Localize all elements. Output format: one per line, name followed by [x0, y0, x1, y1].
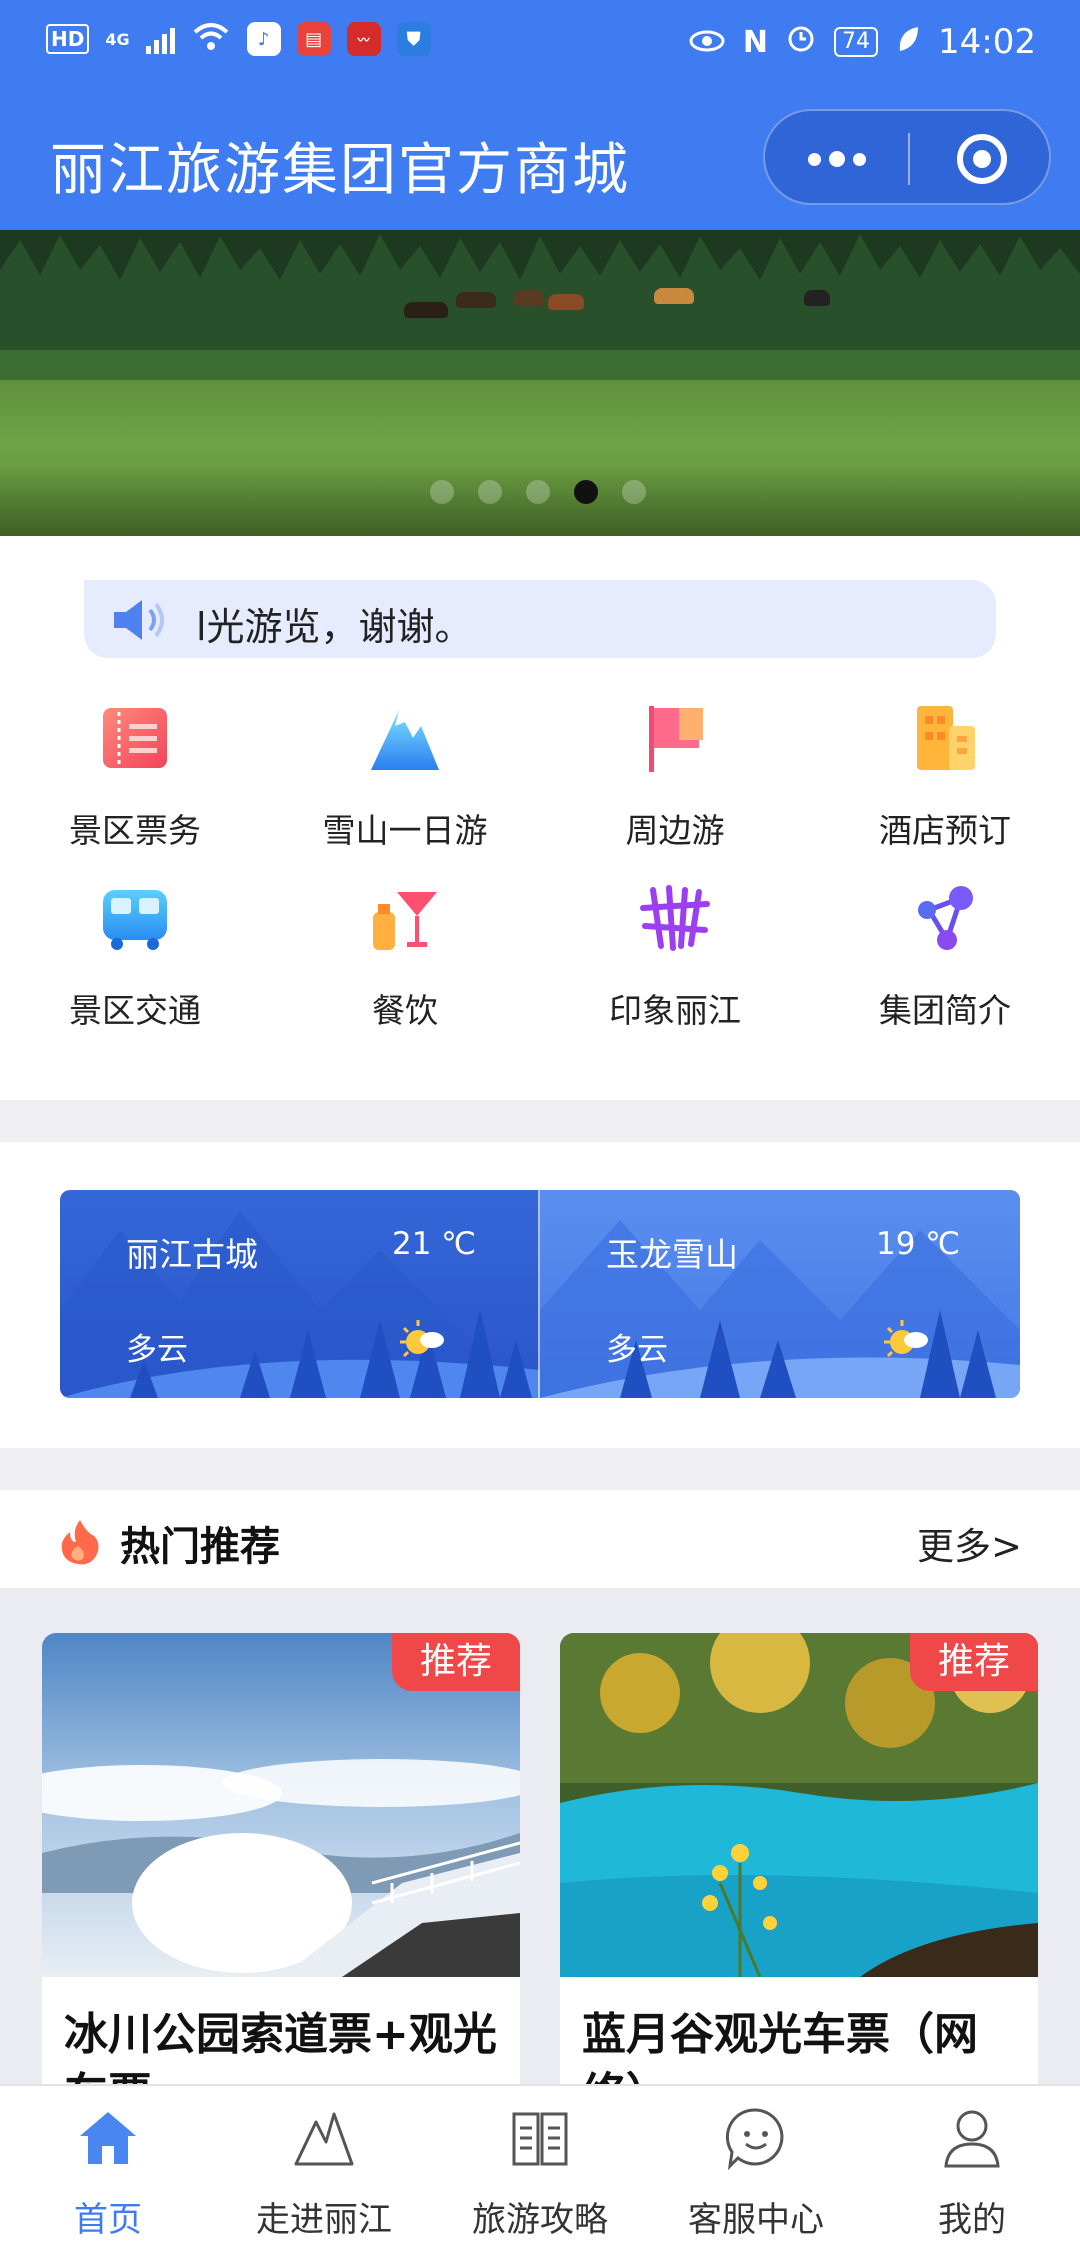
- grid-item-label: 景区交通: [69, 991, 201, 1030]
- weather-temperature: 19 ℃: [876, 1226, 961, 1262]
- weather-panel: 丽江古城 21 ℃ 多云 玉龙雪山 19 ℃ 多云: [0, 1142, 1080, 1448]
- shield-app-icon: ⛊: [396, 22, 431, 56]
- tab-label: 首页: [74, 2200, 142, 2240]
- hot-section-header: 热门推荐 更多>: [0, 1490, 1080, 1588]
- carousel-indicator: [430, 480, 646, 504]
- partly-cloudy-icon: [400, 1320, 444, 1358]
- stock-app-icon: 〰: [346, 22, 381, 56]
- fire-icon: [61, 1520, 99, 1565]
- tab-discover-lijiang[interactable]: 走进丽江: [216, 2086, 432, 2244]
- weather-condition: 多云: [126, 1332, 188, 1368]
- grid-item-label: 集团简介: [879, 991, 1011, 1030]
- weather-card[interactable]: 丽江古城 21 ℃ 多云 玉龙雪山 19 ℃ 多云: [60, 1190, 1020, 1398]
- alarm-icon: [786, 22, 816, 62]
- hd-badge: HD: [46, 24, 90, 54]
- cow: [548, 294, 584, 310]
- cow: [514, 290, 544, 306]
- battery-indicator: 74: [834, 27, 879, 57]
- recommend-badge: 推荐: [910, 1633, 1038, 1691]
- target-icon: [956, 134, 1007, 184]
- page-title: 丽江旅游集团官方商城: [50, 138, 630, 203]
- recommend-badge: 推荐: [392, 1633, 520, 1691]
- carousel-dot[interactable]: [526, 480, 550, 504]
- tab-label: 旅游攻略: [472, 2200, 608, 2240]
- nfc-icon: N: [742, 24, 769, 60]
- eye-icon: [689, 22, 725, 62]
- clock-time: 14:02: [938, 22, 1036, 62]
- grid-item-impression-lijiang[interactable]: 印象丽江: [540, 882, 810, 1062]
- grid-item-transport[interactable]: 景区交通: [0, 882, 270, 1062]
- notice-text: l光游览，谢谢。: [196, 605, 473, 649]
- home-icon: [80, 2112, 136, 2164]
- carousel-dot[interactable]: [430, 480, 454, 504]
- carousel-dot[interactable]: [622, 480, 646, 504]
- grid-item-tickets[interactable]: 景区票务: [0, 702, 270, 882]
- bottom-tab-bar: 首页 走进丽江 旅游攻略 客服中心 我的: [0, 2084, 1080, 2244]
- signal-icon: [145, 24, 175, 54]
- cow: [804, 290, 830, 306]
- tab-label: 客服中心: [688, 2200, 824, 2240]
- weather-divider: [538, 1190, 540, 1398]
- user-icon: [944, 2110, 1000, 2168]
- leaf-icon: [896, 22, 920, 62]
- network-label: 4G: [105, 29, 130, 49]
- cow: [404, 302, 448, 318]
- notice-bar[interactable]: l光游览，谢谢。: [84, 580, 996, 658]
- hotel-icon: [917, 706, 975, 770]
- carousel-dot[interactable]: [478, 480, 502, 504]
- carousel-dot-active[interactable]: [574, 480, 598, 504]
- cow: [654, 288, 694, 304]
- cow: [456, 292, 496, 308]
- close-miniprogram-button[interactable]: [910, 111, 1053, 207]
- grid-item-nearby-tour[interactable]: 周边游: [540, 702, 810, 882]
- speaker-icon: [110, 598, 172, 646]
- bus-icon: [103, 890, 167, 950]
- weather-condition: 多云: [606, 1332, 668, 1368]
- tab-label: 走进丽江: [256, 2200, 392, 2240]
- grid-item-label: 酒店预订: [879, 811, 1011, 850]
- miniprogram-capsule: [763, 109, 1051, 205]
- flag-icon: [649, 706, 703, 772]
- grid-item-label: 雪山一日游: [322, 811, 488, 850]
- reader-app-icon: ▤: [296, 22, 331, 56]
- app-header: HD 4G ♪ ▤ 〰 ⛊ N 74 14:02 丽江旅游集团官方商城: [0, 0, 1080, 230]
- grid-item-label: 印象丽江: [609, 991, 741, 1030]
- tab-mine[interactable]: 我的: [864, 2086, 1080, 2244]
- wifi-icon: [191, 22, 231, 56]
- mountain-outline-icon: [294, 2112, 354, 2166]
- more-button[interactable]: [765, 111, 908, 207]
- product-card[interactable]: 推荐 冰川公园索道票+观光车票: [42, 1633, 520, 2133]
- weather-city-name: 玉龙雪山: [606, 1235, 738, 1274]
- grid-item-dining[interactable]: 餐饮: [270, 882, 540, 1062]
- grid-item-label: 周边游: [625, 811, 725, 850]
- product-card[interactable]: 推荐 蓝月谷观光车票（网络）: [560, 1633, 1038, 2133]
- weather-temperature: 21 ℃: [392, 1226, 477, 1262]
- music-app-icon: ♪: [246, 22, 281, 56]
- product-list: 推荐 冰川公园索道票+观光车票 推荐 蓝月谷观光车票（网络）: [0, 1588, 1080, 2133]
- grid-item-hotel-booking[interactable]: 酒店预订: [810, 702, 1080, 882]
- grid-item-label: 餐饮: [372, 991, 438, 1030]
- grid-item-label: 景区票务: [69, 811, 201, 850]
- section-title: 热门推荐: [120, 1524, 280, 1570]
- book-icon: [512, 2112, 568, 2166]
- quick-menu-panel: l光游览，谢谢。 景区票务 雪山一日游 周边游 酒店预订 景区交通 餐饮 印象丽…: [0, 536, 1080, 1100]
- grid-item-snow-mountain-tour[interactable]: 雪山一日游: [270, 702, 540, 882]
- ticket-icon: [103, 708, 167, 768]
- status-bar: HD 4G ♪ ▤ 〰 ⛊ N 74 14:02: [0, 0, 1080, 85]
- mountain-background: [60, 1210, 1020, 1398]
- tab-label: 我的: [938, 2200, 1006, 2240]
- tab-customer-service[interactable]: 客服中心: [648, 2086, 864, 2244]
- partly-cloudy-icon: [884, 1320, 928, 1358]
- chat-icon: [725, 2108, 784, 2170]
- more-link[interactable]: 更多>: [917, 1516, 1022, 1570]
- mountain-icon: [371, 710, 439, 770]
- impression-icon: [640, 885, 710, 951]
- tab-home[interactable]: 首页: [0, 2086, 216, 2244]
- hero-banner[interactable]: [0, 230, 1080, 536]
- drink-icon: [373, 892, 437, 950]
- network-icon: [918, 886, 973, 950]
- tab-travel-guide[interactable]: 旅游攻略: [432, 2086, 648, 2244]
- weather-city-name: 丽江古城: [126, 1235, 258, 1274]
- grid-item-group-intro[interactable]: 集团简介: [810, 882, 1080, 1062]
